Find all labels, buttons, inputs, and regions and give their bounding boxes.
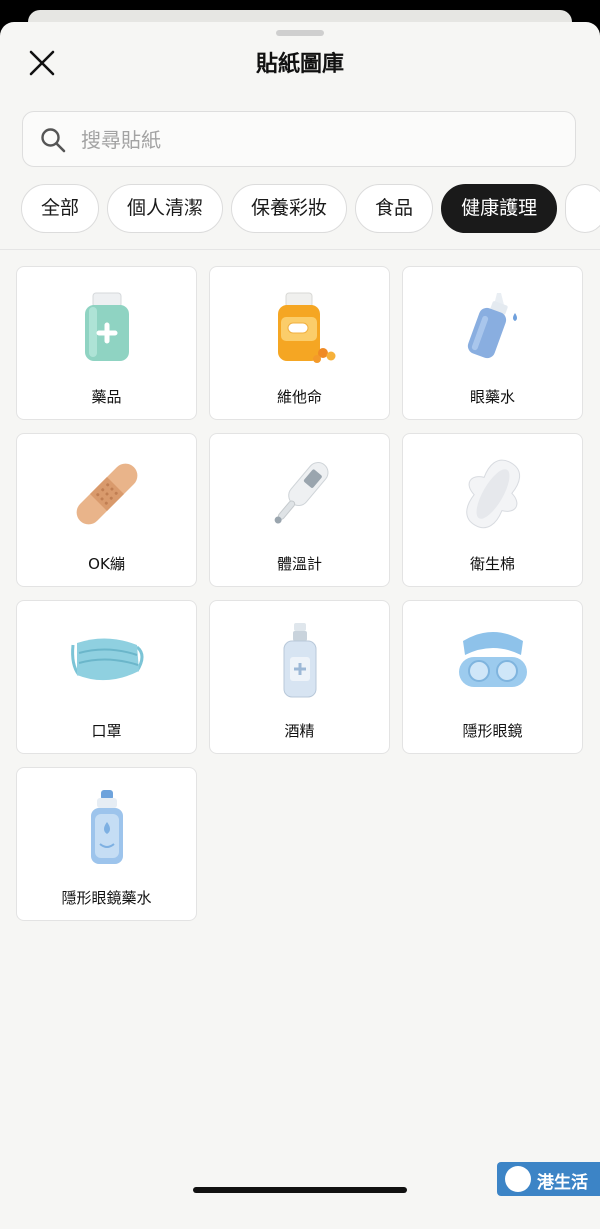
alcohol-spray-icon (283, 623, 316, 698)
sticker-label: OK繃 (88, 555, 125, 573)
sticker-label: 眼藥水 (469, 388, 515, 406)
watermark-logo: 港生活 (497, 1162, 600, 1196)
sticker-label: 隱形眼鏡藥水 (61, 889, 152, 907)
home-indicator[interactable] (193, 1187, 407, 1193)
eye-drops-icon (467, 293, 517, 359)
sticker-label: 維他命 (276, 388, 322, 406)
bandage-icon (76, 463, 137, 525)
sticker-label: 隱形眼鏡 (462, 722, 523, 740)
tab-health-care[interactable]: 健康護理 (441, 184, 558, 233)
medicine-bottle-icon (84, 292, 129, 361)
thermometer-icon (274, 462, 328, 524)
lens-solution-icon (90, 790, 123, 864)
sticker-card[interactable]: 眼藥水 (402, 266, 583, 420)
sanitary-pad-icon (465, 459, 520, 529)
tab-personal-cleaning[interactable]: 個人清潔 (107, 184, 224, 233)
sticker-label: 體溫計 (276, 555, 322, 573)
search-icon (41, 128, 66, 153)
watermark-text: 港生活 (537, 1173, 588, 1193)
search-input[interactable] (79, 121, 563, 159)
sticker-label: 口罩 (91, 722, 122, 740)
sticker-card[interactable]: 口罩 (16, 600, 197, 754)
sticker-card[interactable]: 藥品 (16, 266, 197, 420)
sticker-card[interactable]: 酒精 (209, 600, 390, 754)
search-bar[interactable] (22, 111, 576, 167)
sticker-card[interactable]: 隱形眼鏡 (402, 600, 583, 754)
sticker-card[interactable]: OK繃 (16, 433, 197, 587)
sticker-card[interactable]: 體溫計 (209, 433, 390, 587)
sticker-card[interactable]: 衛生棉 (402, 433, 583, 587)
sticker-label: 衛生棉 (469, 555, 515, 573)
sticker-card[interactable]: 維他命 (209, 266, 390, 420)
contact-lens-case-icon (458, 632, 527, 687)
vitamin-bottle-icon (277, 292, 335, 363)
sticker-label: 藥品 (91, 388, 122, 406)
tab-skincare-makeup[interactable]: 保養彩妝 (231, 184, 348, 233)
watermark-logo-icon (505, 1166, 531, 1192)
sticker-library-sheet: 貼紙圖庫 全部個人清潔保養彩妝食品健康護理 藥品 維他命 (0, 22, 600, 1229)
tab-more[interactable] (565, 184, 600, 233)
sheet-grabber[interactable] (276, 30, 324, 36)
face-mask-icon (70, 638, 143, 681)
divider (0, 249, 600, 250)
tab-all[interactable]: 全部 (21, 184, 100, 233)
tab-food[interactable]: 食品 (355, 184, 434, 233)
page-title: 貼紙圖庫 (255, 52, 344, 77)
sticker-label: 酒精 (284, 722, 315, 740)
category-tabs: 全部 個人清潔 保養彩妝 食品 健康護理 (21, 184, 600, 233)
sticker-card[interactable]: 隱形眼鏡藥水 (16, 767, 197, 921)
